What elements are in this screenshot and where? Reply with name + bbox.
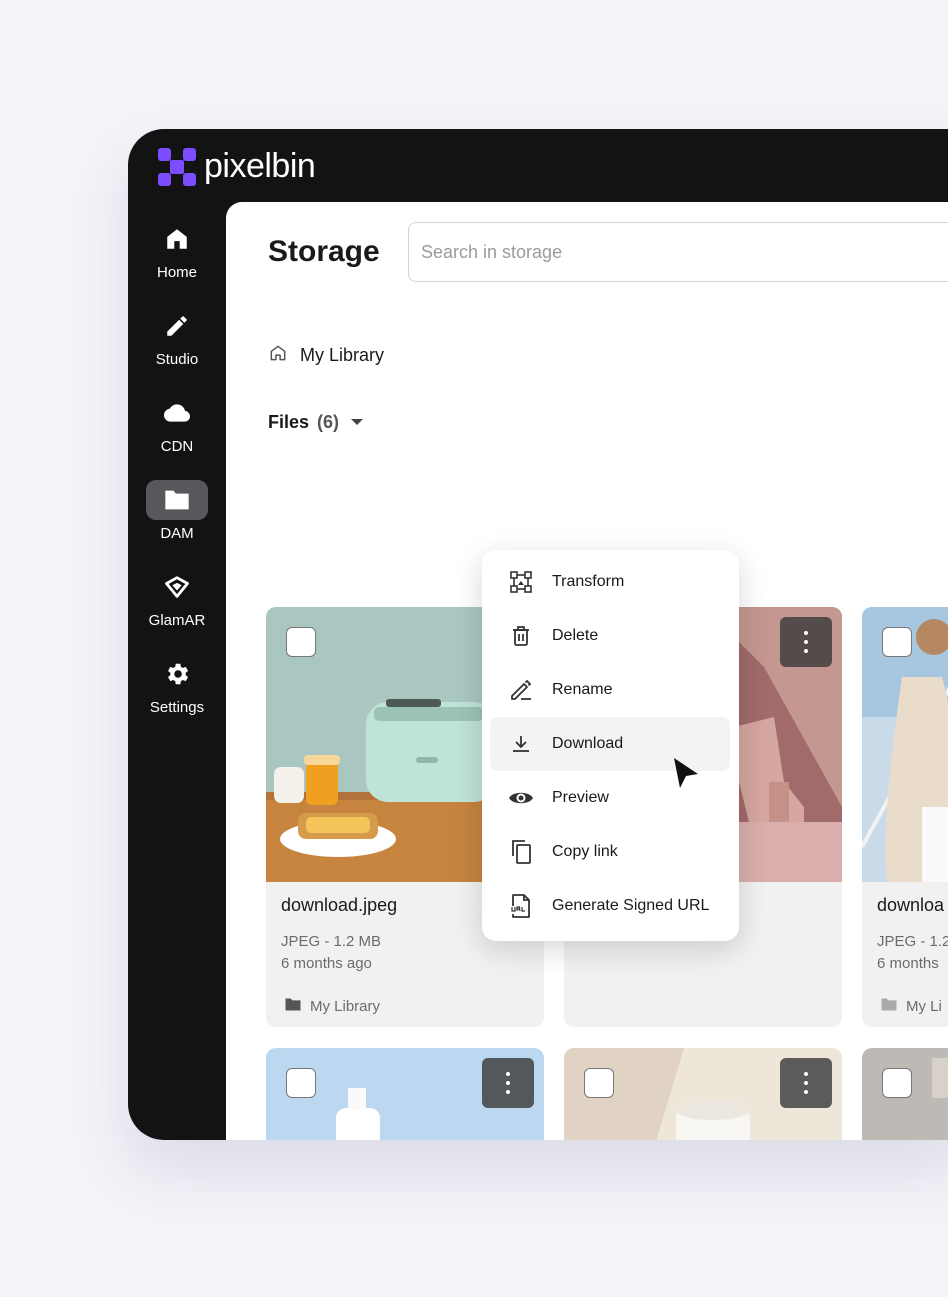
files-count: (6) [317,412,340,432]
sidebar-item-label: CDN [160,438,194,455]
folder-label: My Li [906,998,942,1015]
menu-item-label: Transform [552,573,625,590]
file-folder[interactable]: My Li [880,997,942,1016]
folder-icon [284,997,302,1016]
sidebar-item-label: Home [156,264,197,281]
menu-item-delete[interactable]: Delete [490,609,730,663]
brand[interactable]: pixelbin [158,147,316,186]
menu-item-label: Delete [552,627,599,644]
caret-down-icon [347,412,367,433]
select-checkbox[interactable] [882,1068,912,1098]
file-name: download.jpeg [281,895,398,915]
select-checkbox[interactable] [286,627,316,657]
search-input[interactable]: Search in storage [408,222,948,282]
folder-icon [880,997,898,1016]
file-type-size: JPEG - 1.2 [877,933,948,950]
file-card[interactable]: downloa JPEG - 1.2 6 months My Li [862,607,948,1027]
sidebar-item-glamar[interactable]: GlamAR [146,567,208,633]
eye-icon [490,771,552,825]
home-outline-icon [268,343,288,368]
transform-icon [490,555,552,609]
sidebar-item-cdn[interactable]: CDN [146,393,208,459]
files-filter[interactable]: Files (6) [268,412,367,433]
select-checkbox[interactable] [584,1068,614,1098]
select-checkbox[interactable] [286,1068,316,1098]
sidebar-item-settings[interactable]: Settings [146,654,208,720]
download-icon [490,717,552,771]
more-options-button[interactable] [780,1058,832,1108]
sidebar-item-label: DAM [160,525,194,542]
menu-item-generate-signed-url[interactable]: Generate Signed URL [490,879,730,933]
file-folder[interactable]: My Library [284,997,380,1016]
sidebar-item-label: Settings [149,699,205,716]
brand-name: pixelbin [204,147,316,185]
breadcrumb[interactable]: My Library [268,343,384,368]
sidebar-item-label: GlamAR [148,612,206,629]
copy-icon [490,825,552,879]
mouse-cursor-icon [672,756,700,797]
glamar-icon [146,567,208,607]
select-checkbox[interactable] [882,627,912,657]
more-options-button[interactable] [780,617,832,667]
menu-item-label: Rename [552,681,613,698]
menu-item-rename[interactable]: Rename [490,663,730,717]
context-menu: Transform Delete Rename Download Preview… [482,550,739,941]
files-label: Files [268,412,310,432]
menu-item-copy-link[interactable]: Copy link [490,825,730,879]
sidebar-item-label: Studio [155,351,199,368]
file-age: 6 months [877,955,939,972]
file-type-size: JPEG - 1.2 MB [281,933,382,950]
file-meta: JPEG - 1.2 6 months [877,931,948,975]
sidebar-item-studio[interactable]: Studio [146,306,208,372]
menu-item-transform[interactable]: Transform [490,555,730,609]
home-icon [146,219,208,259]
menu-item-label: Download [552,735,624,752]
pencil-icon [146,306,208,346]
file-age: 6 months ago [281,955,372,972]
pixelbin-logo-icon [158,147,196,186]
more-options-button[interactable] [482,1058,534,1108]
rename-icon [490,663,552,717]
sidebar-item-dam[interactable]: DAM [146,480,208,546]
menu-item-label: Copy link [552,843,618,860]
url-file-icon [490,879,552,933]
menu-item-label: Generate Signed URL [552,897,710,914]
file-name: downloa [877,895,945,915]
file-card[interactable] [266,1048,544,1140]
gear-icon [146,654,208,694]
cloud-icon [146,393,208,433]
page-title: Storage [268,235,380,268]
menu-item-label: Preview [552,789,609,806]
file-card[interactable] [564,1048,842,1140]
search-placeholder: Search in storage [421,241,563,262]
breadcrumb-label: My Library [300,345,385,365]
trash-icon [490,609,552,663]
folder-label: My Library [310,998,381,1015]
file-meta: JPEG - 1.2 MB 6 months ago [281,931,381,975]
folder-icon [146,480,208,520]
sidebar-item-home[interactable]: Home [146,219,208,285]
file-card[interactable] [862,1048,948,1140]
